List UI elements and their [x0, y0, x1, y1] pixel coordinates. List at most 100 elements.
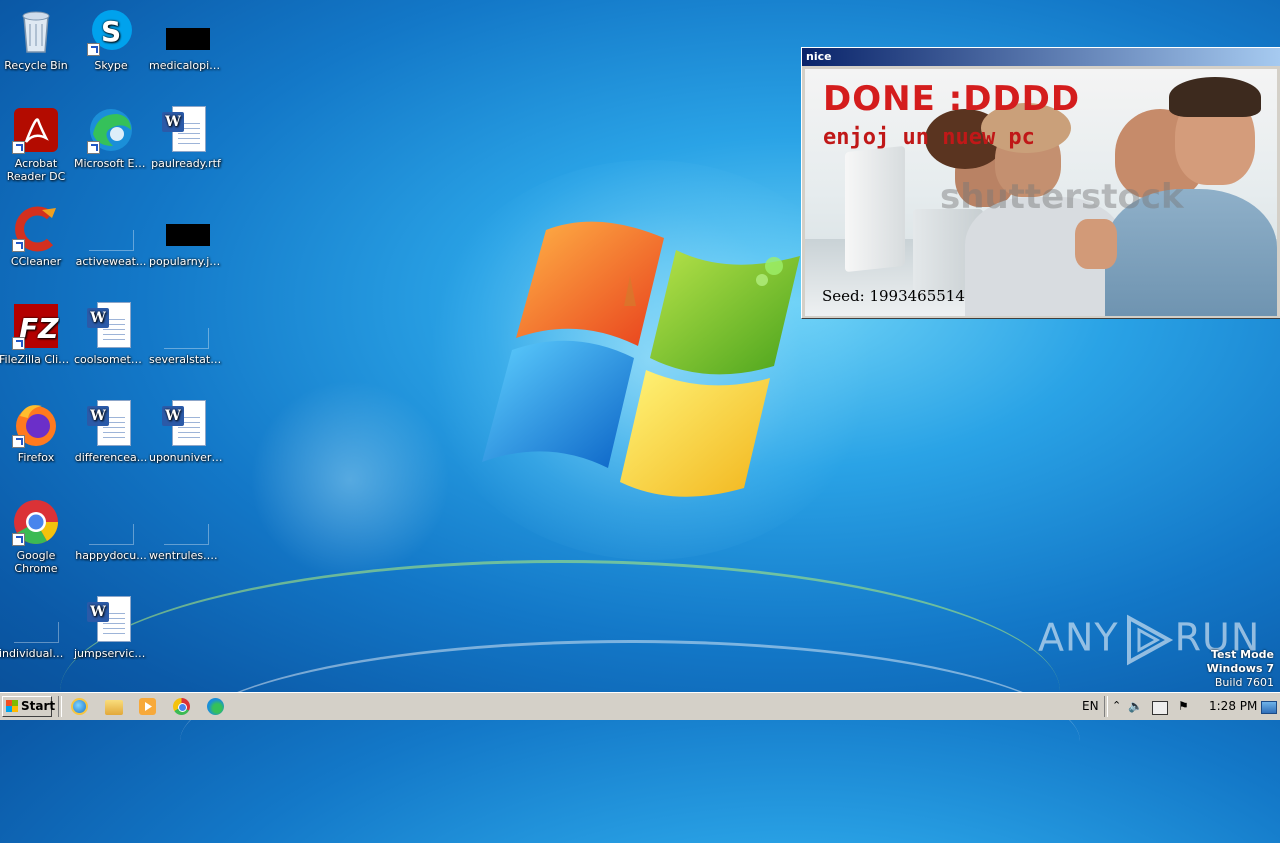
desktop-icon-happydocu[interactable]: happydocu...: [73, 498, 149, 562]
shortcut-arrow-icon: [12, 337, 25, 350]
media-player-icon[interactable]: [139, 698, 156, 715]
file-explorer-icon[interactable]: [105, 700, 123, 715]
desktop-icon-wentrules[interactable]: wentrules.png: [148, 498, 224, 562]
firefox-icon: [12, 400, 60, 448]
volume-icon[interactable]: 🔈: [1128, 699, 1143, 713]
test-mode-notice: Test Mode Windows 7 Build 7601: [1207, 648, 1274, 690]
popup-image-watermark: shutterstock: [940, 177, 1184, 217]
desktop-icon-label: Recycle Bin: [4, 59, 68, 72]
desktop-icon-label: happydocu...: [75, 549, 147, 562]
desktop-icon-coolsomethi[interactable]: W coolsomethi...: [73, 302, 149, 366]
test-mode-label: Test Mode: [1211, 648, 1274, 661]
desktop-icon-label: severalstati...: [149, 353, 224, 366]
wallpaper-light-wave: [180, 640, 1080, 843]
desktop-icon-label: FileZilla Client: [0, 353, 74, 366]
desktop-icon-label: Skype: [94, 59, 128, 72]
popup-titlebar[interactable]: nice: [802, 48, 1280, 66]
show-hidden-icons-chevron-icon[interactable]: ⌃: [1112, 699, 1121, 712]
popup-window[interactable]: nice shutterstock DONE :DDDD enjoj un nu…: [801, 47, 1280, 319]
start-button[interactable]: Start: [2, 696, 56, 717]
desktop-icon-microsoft-edge[interactable]: Microsoft Edge: [73, 106, 149, 170]
shortcut-arrow-icon: [12, 239, 25, 252]
popup-seed-text: Seed: 1993465514: [822, 287, 965, 305]
filezilla-icon: FZ: [12, 302, 60, 350]
desktop-icon-individualme[interactable]: individualme...: [0, 596, 74, 660]
desktop-icon-medicalopini[interactable]: medicalopini...: [148, 8, 224, 72]
desktop-icon-label: Google Chrome: [14, 549, 58, 575]
desktop-icon-uponunivers[interactable]: W uponunivers...: [148, 400, 224, 464]
desktop-icon-severalstati[interactable]: severalstati...: [148, 302, 224, 366]
internet-explorer-icon[interactable]: [71, 698, 88, 715]
word-document-icon: W: [162, 400, 210, 448]
word-document-icon: W: [87, 400, 135, 448]
svg-text:S: S: [101, 15, 121, 48]
desktop-icon-label: uponunivers...: [149, 451, 224, 464]
os-version-label: Windows 7: [1206, 662, 1274, 675]
desktop-icon-paulready[interactable]: W paulready.rtf: [148, 106, 224, 170]
popup-subline: enjoj un nuew pc: [823, 125, 1035, 150]
shortcut-arrow-icon: [12, 141, 25, 154]
desktop-icon-label: Firefox: [17, 451, 55, 464]
network-icon[interactable]: [1152, 701, 1168, 715]
desktop-icon-label: popularny.jpg: [149, 255, 224, 268]
shortcut-arrow-icon: [12, 435, 25, 448]
hand-photo-element: [1075, 219, 1117, 269]
edge-icon: [87, 106, 135, 154]
desktop-icon-google-chrome[interactable]: Google Chrome: [0, 498, 74, 575]
desktop-icon-label: jumpservice...: [74, 647, 149, 660]
desktop-icon-filezilla[interactable]: FZ FileZilla Client: [0, 302, 74, 366]
windows-logo-wallpaper: [482, 221, 800, 497]
desktop-icon-acrobat-reader[interactable]: Acrobat Reader DC: [0, 106, 74, 183]
desktop-icon-ccleaner[interactable]: CCleaner: [0, 204, 74, 268]
desktop-icon-label: medicalopini...: [149, 59, 224, 72]
shortcut-arrow-icon: [87, 43, 100, 56]
desktop-icon-label: wentrules.png: [149, 549, 224, 562]
popup-headline: DONE :DDDD: [823, 79, 1081, 119]
recycle-bin-icon: [12, 8, 60, 56]
wallpaper-light-orb: [250, 380, 450, 580]
image-file-icon: [162, 204, 210, 252]
desktop-icon-differencea[interactable]: W differencea...: [73, 400, 149, 464]
desktop-icon-label: differencea...: [74, 451, 148, 464]
desktop-icon-popularny[interactable]: popularny.jpg: [148, 204, 224, 268]
build-number-label: Build 7601: [1214, 676, 1274, 689]
desktop-icon-recycle-bin[interactable]: Recycle Bin: [0, 8, 74, 72]
acrobat-reader-icon: [12, 106, 60, 154]
desktop-icon-label: paulready.rtf: [151, 157, 221, 170]
chrome-icon: [12, 498, 60, 546]
start-button-label: Start: [21, 699, 56, 713]
desktop-icon-jumpservice[interactable]: W jumpservice...: [73, 596, 149, 660]
word-document-icon: W: [87, 302, 135, 350]
desktop-icon-label: coolsomethi...: [74, 353, 149, 366]
anyrun-brand-left: ANY: [1038, 615, 1119, 660]
desktop-icon-activeweat[interactable]: activeweat...: [73, 204, 149, 268]
blank-file-icon: [87, 204, 135, 252]
image-file-icon: [162, 8, 210, 56]
shortcut-arrow-icon: [12, 533, 25, 546]
svg-text:FZ: FZ: [19, 312, 59, 345]
language-indicator[interactable]: EN: [1082, 699, 1099, 713]
blank-file-icon: [162, 302, 210, 350]
desktop-icon-skype[interactable]: S Skype: [73, 8, 149, 72]
ccleaner-icon: [12, 204, 60, 252]
play-triangle-icon: [1126, 614, 1173, 666]
monitor-photo-element: [845, 145, 905, 273]
action-center-flag-icon[interactable]: ⚑: [1178, 699, 1189, 713]
blank-file-icon: [87, 498, 135, 546]
skype-icon: S: [87, 8, 135, 56]
edge-icon[interactable]: [207, 698, 224, 715]
windows-flag-icon: [6, 700, 18, 712]
word-document-icon: W: [162, 106, 210, 154]
desktop-icon-label: CCleaner: [10, 255, 62, 268]
taskbar-separator: [1104, 696, 1108, 717]
blank-file-icon: [162, 498, 210, 546]
taskbar: Start EN ⌃ 🔈 ⚑ 1:28 PM: [0, 692, 1280, 720]
word-document-icon: W: [87, 596, 135, 644]
taskbar-clock[interactable]: 1:28 PM: [1209, 699, 1257, 713]
desktop-icon-firefox[interactable]: Firefox: [0, 400, 74, 464]
blank-file-icon: [12, 596, 60, 644]
chrome-icon[interactable]: [173, 698, 190, 715]
show-desktop-icon[interactable]: [1261, 701, 1277, 714]
desktop-icon-label: Acrobat Reader DC: [6, 157, 66, 183]
desktop-icon-label: activeweat...: [75, 255, 147, 268]
